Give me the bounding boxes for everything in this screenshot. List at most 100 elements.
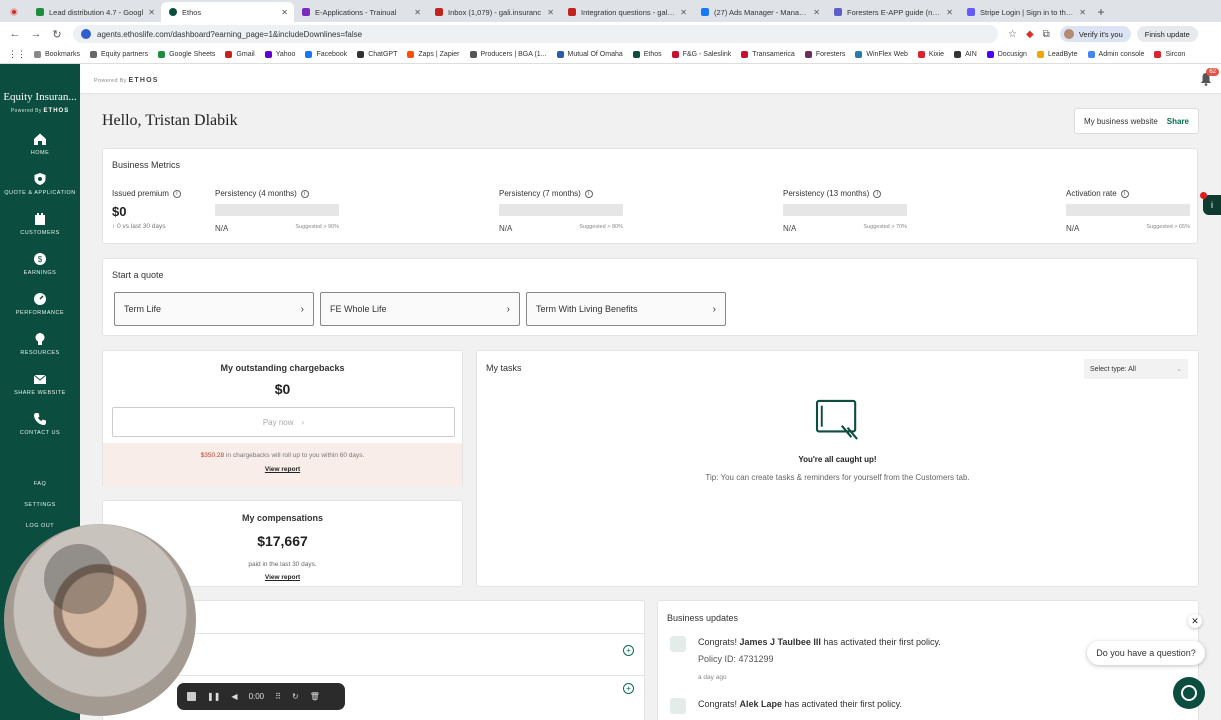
close-icon[interactable]: ✕ xyxy=(281,8,288,17)
sidebar-item-label: RESOURCES xyxy=(20,350,60,356)
chat-button[interactable] xyxy=(1173,677,1205,709)
pay-now-button[interactable]: Pay now › xyxy=(112,407,455,437)
term-life-button[interactable]: Term Life › xyxy=(114,292,314,326)
finish-update-button[interactable]: Finish update xyxy=(1136,26,1198,42)
stop-icon[interactable] xyxy=(187,692,196,701)
url-input[interactable]: agents.ethoslife.com/dashboard?earning_p… xyxy=(73,25,998,43)
expand-icon[interactable]: + xyxy=(623,645,634,656)
bookmark[interactable]: Kixie xyxy=(917,51,944,58)
metric-label-text: Issued premium xyxy=(112,189,169,198)
info-icon[interactable]: i xyxy=(873,189,882,198)
bookmark[interactable]: Google Sheets xyxy=(158,51,215,58)
apps-icon[interactable]: ⋮⋮ xyxy=(8,49,26,60)
info-icon[interactable]: i xyxy=(584,189,593,198)
pause-icon[interactable]: ❚❚ xyxy=(207,692,220,701)
metric-label: Activation rate i xyxy=(1066,189,1190,198)
browser-tab[interactable]: (27) Ads Manager - Manage a ✕ xyxy=(693,2,826,22)
bookmark[interactable]: WinFlex Web xyxy=(855,51,908,58)
close-icon[interactable]: ✕ xyxy=(1079,8,1086,17)
bookmark[interactable]: Docusign xyxy=(986,51,1027,58)
metric-value: N/A xyxy=(1066,224,1080,233)
bookmark-label: Gmail xyxy=(236,51,255,58)
info-icon[interactable]: i xyxy=(300,189,309,198)
bookmark[interactable]: F&G - Saleslink xyxy=(671,51,731,58)
sidebar-item-home[interactable]: HOME xyxy=(0,124,80,164)
mute-icon[interactable]: ◀ xyxy=(231,692,237,701)
sidebar-item-earnings[interactable]: $ EARNINGS xyxy=(0,244,80,284)
forward-icon[interactable]: → xyxy=(27,25,45,43)
close-icon[interactable]: ✕ xyxy=(813,8,820,17)
task-type-select[interactable]: Select type: All ⌄ xyxy=(1084,359,1188,379)
info-icon[interactable]: i xyxy=(172,189,181,198)
chevron-right-icon: › xyxy=(301,417,305,427)
shield-icon xyxy=(34,173,46,185)
bookmark[interactable]: Foresters xyxy=(804,51,845,58)
info-icon[interactable]: i xyxy=(1200,192,1221,215)
bookmark[interactable]: Bookmarks xyxy=(34,51,80,58)
bookmark[interactable]: Admin console xyxy=(1087,51,1144,58)
browser-tab-active[interactable]: Ethos ✕ xyxy=(161,2,294,22)
chat-prompt[interactable]: Do you have a question? xyxy=(1087,641,1205,665)
bookmark[interactable]: Mutual Of Omaha xyxy=(556,51,623,58)
sidebar-item-resources[interactable]: RESOURCES xyxy=(0,324,80,364)
sidebar-item-settings[interactable]: SETTINGS xyxy=(0,495,80,516)
sidebar-item-performance[interactable]: PERFORMANCE xyxy=(0,284,80,324)
metric-row: N/A Suggested > 90% xyxy=(215,224,339,233)
bookmark[interactable]: Facebook xyxy=(305,51,347,58)
sidebar-item-customers[interactable]: CUSTOMERS xyxy=(0,204,80,244)
close-icon[interactable]: ✕ xyxy=(547,8,554,17)
close-icon[interactable]: ✕ xyxy=(414,8,421,17)
expand-icon[interactable]: + xyxy=(623,683,634,694)
extension-icon[interactable]: ◆ xyxy=(1026,29,1034,40)
drag-handle-icon[interactable]: ⠿ xyxy=(275,692,281,701)
bookmark[interactable]: Sircon xyxy=(1154,51,1185,58)
bookmark[interactable]: Gmail xyxy=(225,51,255,58)
sidebar-item-share-website[interactable]: SHARE WEBSITE xyxy=(0,364,80,404)
sidebar-item-contact[interactable]: CONTACT US xyxy=(0,404,80,444)
bookmark[interactable]: Producers | BGA (1... xyxy=(469,51,547,58)
metric-label-text: Persistency (4 months) xyxy=(215,189,297,198)
bookmark[interactable]: Zaps | Zapier xyxy=(407,51,460,58)
term-living-benefits-button[interactable]: Term With Living Benefits › xyxy=(526,292,726,326)
bookmark[interactable]: AIN xyxy=(954,51,977,58)
sidebar-item-quote[interactable]: QUOTE & APPLICATION xyxy=(0,164,80,204)
bookmark[interactable]: Equity partners xyxy=(90,51,148,58)
puzzle-icon[interactable]: ⧉ xyxy=(1043,29,1050,40)
close-icon[interactable]: ✕ xyxy=(148,8,155,17)
new-tab-icon[interactable]: + xyxy=(1092,2,1110,22)
browser-tab[interactable]: Integration questions - gali@ ✕ xyxy=(560,2,693,22)
close-icon[interactable]: ✕ xyxy=(680,8,687,17)
browser-tab[interactable]: E-Applications - Trainual ✕ xyxy=(294,2,427,22)
verify-button[interactable]: Verify it's you xyxy=(1059,26,1131,42)
star-icon[interactable]: ☆ xyxy=(1008,29,1017,40)
browser-tab[interactable]: Foresters E-APP guide (non n ✕ xyxy=(826,2,959,22)
fe-whole-life-button[interactable]: FE Whole Life › xyxy=(320,292,520,326)
bookmark-icon xyxy=(357,51,365,58)
chargebacks-amount: $0 xyxy=(274,381,291,397)
sidebar-item-faq[interactable]: FAQ xyxy=(0,474,80,495)
bookmark[interactable]: Ethos xyxy=(632,51,662,58)
sidebar-item-label: EARNINGS xyxy=(23,270,57,276)
chargebacks-note-text: in chargebacks will roll up to you withi… xyxy=(224,452,365,459)
bookmark-label: Docusign xyxy=(997,51,1027,58)
bookmark[interactable]: LeadByte xyxy=(1036,51,1078,58)
chargebacks-note-amount: $350.28 xyxy=(200,452,225,459)
share-link[interactable]: Share xyxy=(1167,117,1189,126)
browser-tab[interactable]: Lead distribution 4.7 - Googl ✕ xyxy=(28,2,161,22)
restart-icon[interactable]: ↻ xyxy=(292,692,299,701)
bookmark[interactable]: Yahoo xyxy=(264,51,295,58)
bookmark[interactable]: Transamerica xyxy=(741,51,795,58)
browser-tab[interactable]: Stripe Login | Sign in to the S ✕ xyxy=(959,2,1092,22)
reload-icon[interactable]: ↻ xyxy=(48,25,66,43)
back-icon[interactable]: ← xyxy=(6,25,24,43)
info-icon[interactable]: i xyxy=(1120,189,1129,198)
close-icon[interactable]: ✕ xyxy=(1188,614,1202,628)
bookmark[interactable]: ChatGPT xyxy=(357,51,397,58)
browser-tab[interactable]: Inbox (1,079) - gali.insuranc ✕ xyxy=(427,2,560,22)
app-header: Powered By ETHOS 62 xyxy=(80,64,1221,94)
metric-row: N/A Suggested > 70% xyxy=(783,224,907,233)
close-icon[interactable]: ✕ xyxy=(946,8,953,17)
site-info-icon[interactable] xyxy=(81,29,91,39)
view-report-link[interactable]: View report xyxy=(103,466,462,473)
trash-icon[interactable]: 🗑 xyxy=(310,692,320,701)
